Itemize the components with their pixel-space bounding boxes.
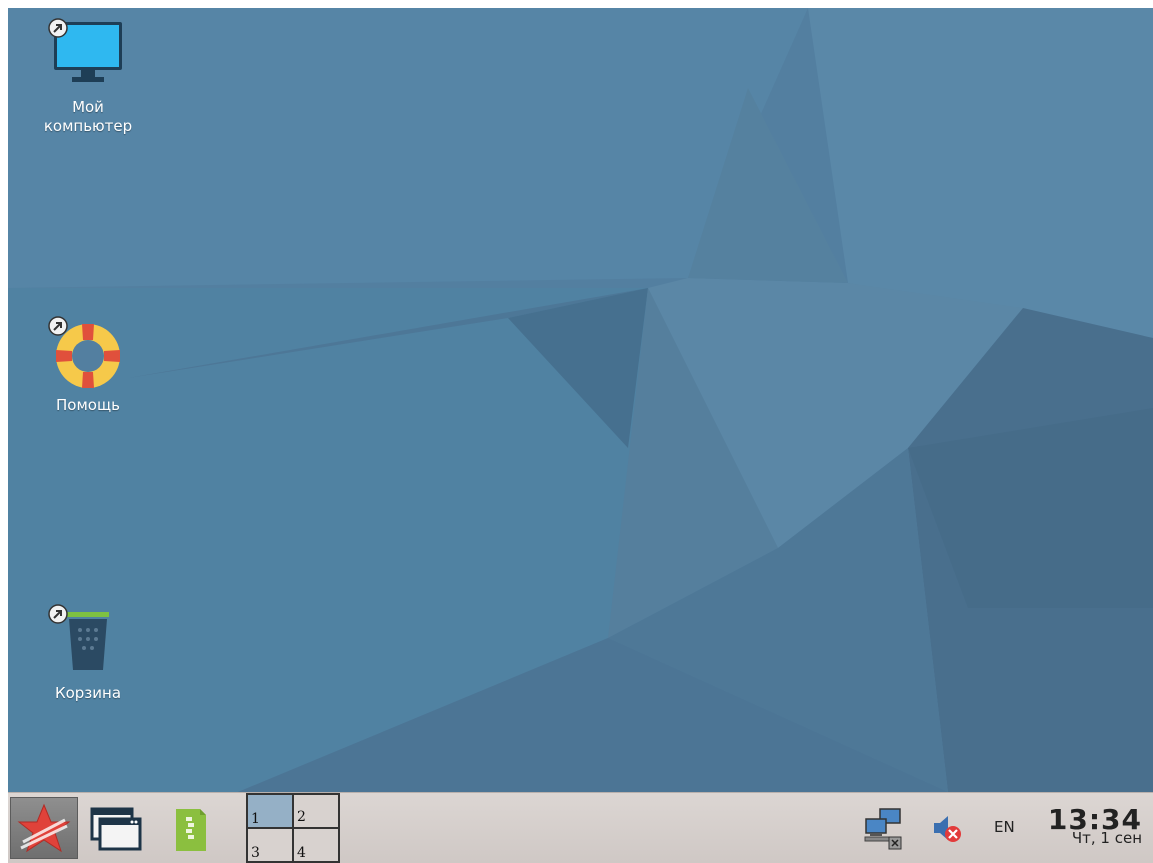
workspace-3[interactable]: 3	[247, 828, 293, 862]
desktop-icon-label: Мой	[72, 98, 104, 116]
workspace-4[interactable]: 4	[293, 828, 339, 862]
windows-icon	[90, 807, 142, 851]
workspace-label: 4	[297, 845, 306, 861]
screen: Мой компьютер Помощь Корзина 1 2 3 4 EN …	[0, 0, 1153, 863]
lifebuoy-icon	[48, 316, 128, 396]
workspace-label: 3	[251, 845, 260, 861]
file-manager-button[interactable]	[164, 801, 220, 857]
workspace-2[interactable]: 2	[293, 794, 339, 828]
taskbar: 1 2 3 4 EN 13:34 Чт, 1 сен	[8, 792, 1153, 863]
shortcut-arrow-icon	[48, 604, 68, 624]
desktop-icon-label: Корзина	[54, 684, 122, 702]
wallpaper	[8, 8, 1153, 792]
file-manager-icon	[176, 809, 206, 851]
monitor-icon	[48, 18, 128, 98]
workspace-pager: 1 2 3 4	[246, 793, 340, 863]
desktop-icon-label: Помощь	[56, 396, 120, 414]
desktop-icon-label: компьютер	[43, 117, 133, 135]
show-windows-button[interactable]	[88, 801, 144, 857]
desktop-icon-my-computer[interactable]: Мой компьютер	[33, 18, 143, 136]
volume-tray-button[interactable]	[930, 811, 964, 845]
keyboard-layout-indicator[interactable]: EN	[994, 818, 1015, 836]
shortcut-arrow-icon	[48, 18, 68, 38]
shortcut-arrow-icon	[48, 316, 68, 336]
clock[interactable]: 13:34 Чт, 1 сен	[1042, 805, 1146, 855]
trash-icon	[48, 604, 128, 684]
desktop-icon-trash[interactable]: Корзина	[33, 604, 143, 703]
star-icon	[17, 803, 71, 853]
network-icon	[864, 808, 902, 850]
desktop[interactable]: Мой компьютер Помощь Корзина	[8, 8, 1153, 792]
start-button[interactable]	[10, 797, 78, 859]
workspace-label: 1	[251, 811, 260, 827]
clock-date: Чт, 1 сен	[1071, 829, 1142, 847]
volume-muted-icon	[934, 816, 961, 842]
workspace-1[interactable]: 1	[247, 794, 293, 828]
network-tray-button[interactable]	[864, 807, 904, 851]
desktop-icon-help[interactable]: Помощь	[33, 316, 143, 415]
workspace-label: 2	[297, 809, 306, 825]
